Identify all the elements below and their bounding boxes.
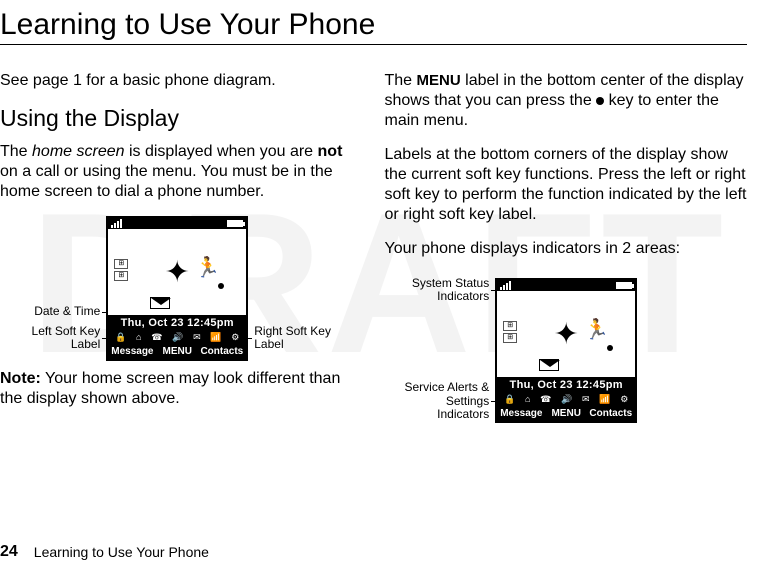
page-number: 24 (0, 543, 18, 561)
logo-icon: ✦ (165, 255, 190, 290)
callouts-indicators: System Status Indicators Service Alerts … (405, 273, 490, 423)
note-paragraph: Note: Your home screen may look differen… (0, 369, 363, 409)
indicator-icon: 🔒 (115, 332, 126, 343)
indicator-icon: 🔊 (172, 332, 183, 343)
right-soft-key-label: Contacts (588, 408, 632, 419)
figure-home-screen: Date & Time Left Soft Key Label ⊞⊞ ✦ 🏃 (0, 216, 363, 361)
signal-icon (500, 281, 511, 290)
date-time-bar: Thu, Oct 23 12:45pm (497, 377, 635, 393)
figure-indicator-areas: System Status Indicators Service Alerts … (405, 273, 748, 423)
runner-icon: 🏃 (195, 255, 220, 280)
home-screen-term: home screen (32, 143, 125, 160)
soft-key-row: Message MENU Contacts (497, 406, 635, 421)
indicators-paragraph: Your phone displays indicators in 2 area… (385, 239, 748, 259)
indicator-icon: 🔊 (561, 394, 572, 405)
wallpaper-area: ⊞⊞ ✦ 🏃 (108, 229, 246, 315)
callout-system-status: System Status Indicators (412, 276, 489, 303)
indicator-icon: ⚙ (231, 332, 239, 343)
soft-key-row: Message MENU Contacts (108, 344, 246, 359)
indicator-icon: ⚙ (620, 394, 628, 405)
indicator-icon: ⌂ (136, 332, 141, 343)
dot-icon (218, 283, 224, 289)
left-soft-key-label: Message (111, 346, 155, 357)
callout-right-soft-key: Right Soft Key Label (254, 324, 331, 351)
callout-left-soft-key: Left Soft Key Label (32, 324, 101, 351)
indicator-icon: 📶 (599, 394, 610, 405)
mini-icons: ⊞⊞ (114, 259, 128, 281)
running-head: Learning to Use Your Phone (34, 544, 209, 560)
softkey-paragraph: Labels at the bottom corners of the disp… (385, 145, 748, 225)
status-bar (497, 280, 635, 291)
right-column: The MENU label in the bottom center of t… (385, 71, 748, 431)
alert-indicator-row: 🔒 ⌂ ☎ 🔊 ✉ 📶 ⚙ (108, 331, 246, 344)
signal-icon (111, 219, 122, 228)
envelope-icon (150, 297, 170, 309)
text: on a call or using the menu. You must be… (0, 163, 333, 200)
alert-indicator-row: 🔒 ⌂ ☎ 🔊 ✉ 📶 ⚙ (497, 393, 635, 406)
callout-service-alerts: Service Alerts & Settings Indicators (405, 380, 490, 420)
intro-paragraph: See page 1 for a basic phone diagram. (0, 71, 363, 91)
center-soft-key-label: MENU (544, 408, 588, 419)
text: The (0, 143, 32, 160)
indicator-icon: ✉ (193, 332, 201, 343)
callouts-right: Right Soft Key Label (254, 299, 331, 361)
indicator-icon: ✉ (582, 394, 590, 405)
indicator-icon: 📶 (210, 332, 221, 343)
phone-screen-2: ⊞⊞ ✦ 🏃 Thu, Oct 23 12:45pm 🔒 ⌂ ☎ 🔊 ✉ 📶 (495, 278, 637, 423)
left-soft-key-label: Message (500, 408, 544, 419)
battery-icon (227, 220, 243, 227)
page-footer: 24 Learning to Use Your Phone (0, 543, 209, 561)
runner-icon: 🏃 (584, 317, 609, 342)
page-title: Learning to Use Your Phone (0, 8, 747, 45)
right-soft-key-label: Contacts (199, 346, 243, 357)
section-heading: Using the Display (0, 105, 363, 132)
home-screen-paragraph: The home screen is displayed when you ar… (0, 142, 363, 202)
mini-icons: ⊞⊞ (503, 321, 517, 343)
left-column: See page 1 for a basic phone diagram. Us… (0, 71, 363, 431)
note-text: Your home screen may look different than… (0, 370, 340, 407)
indicator-icon: ☎ (151, 332, 162, 343)
indicator-icon: ⌂ (525, 394, 530, 405)
envelope-icon (539, 359, 559, 371)
indicator-icon: 🔒 (504, 394, 515, 405)
date-time-bar: Thu, Oct 23 12:45pm (108, 315, 246, 331)
battery-icon (616, 282, 632, 289)
logo-icon: ✦ (554, 317, 579, 352)
callouts-left: Date & Time Left Soft Key Label (32, 305, 101, 361)
note-label: Note: (0, 370, 41, 387)
phone-screen-1: ⊞⊞ ✦ 🏃 Thu, Oct 23 12:45pm 🔒 ⌂ ☎ 🔊 ✉ 📶 (106, 216, 248, 361)
menu-label: MENU (417, 72, 461, 89)
not-bold: not (318, 143, 343, 160)
text: The (385, 72, 417, 89)
menu-key-paragraph: The MENU label in the bottom center of t… (385, 71, 748, 131)
center-soft-key-label: MENU (155, 346, 199, 357)
text: is displayed when you are (125, 143, 318, 160)
callout-date-time: Date & Time (34, 304, 100, 318)
indicator-icon: ☎ (540, 394, 551, 405)
dot-icon (607, 345, 613, 351)
center-key-icon (596, 97, 604, 105)
wallpaper-area: ⊞⊞ ✦ 🏃 (497, 291, 635, 377)
status-bar (108, 218, 246, 229)
